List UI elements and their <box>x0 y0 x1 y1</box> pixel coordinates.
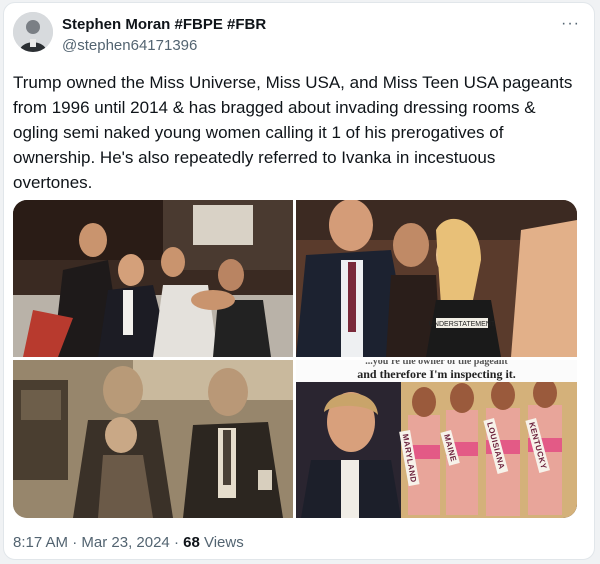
tweet-card[interactable]: Stephen Moran #FBPE #FBR @stephen6417139… <box>3 2 595 560</box>
photo-1[interactable] <box>13 200 293 357</box>
views-label: Views <box>203 534 244 551</box>
meta-separator: · <box>72 534 78 551</box>
tank-top-text: UNDERSTATEMENT <box>429 321 496 328</box>
tweet-text: Trump owned the Miss Universe, Miss USA,… <box>13 73 573 192</box>
party-photo-image <box>13 200 293 357</box>
avatar[interactable] <box>13 12 53 52</box>
tweet-meta: 8:17 AM · Mar 23, 2024 · 68 Views <box>13 534 244 551</box>
author-handle[interactable]: @stephen64171396 <box>62 37 197 54</box>
meta-separator: · <box>173 534 179 551</box>
more-options-icon[interactable]: ··· <box>561 15 580 33</box>
media-grid[interactable]: UNDERSTATEMENT ...you're the owner of th… <box>13 200 577 518</box>
author-display-name[interactable]: Stephen Moran #FBPE #FBR <box>62 16 266 33</box>
tweet-time[interactable]: 8:17 AM <box>13 534 68 551</box>
user-avatar-icon <box>13 12 53 52</box>
views-count: 68 <box>183 534 200 551</box>
photo-caption-main: and therefore I'm inspecting it. <box>357 367 516 381</box>
photo-caption: ...you're the owner of the pageant and t… <box>296 360 577 382</box>
tweet-date[interactable]: Mar 23, 2024 <box>81 534 169 551</box>
party-photo-2-image: UNDERSTATEMENT <box>296 200 577 357</box>
photo-2[interactable]: UNDERSTATEMENT <box>296 200 577 357</box>
photo-3[interactable] <box>13 360 293 518</box>
photo-4[interactable]: ...you're the owner of the pageant and t… <box>296 360 577 518</box>
sepia-photo-image <box>13 360 293 518</box>
